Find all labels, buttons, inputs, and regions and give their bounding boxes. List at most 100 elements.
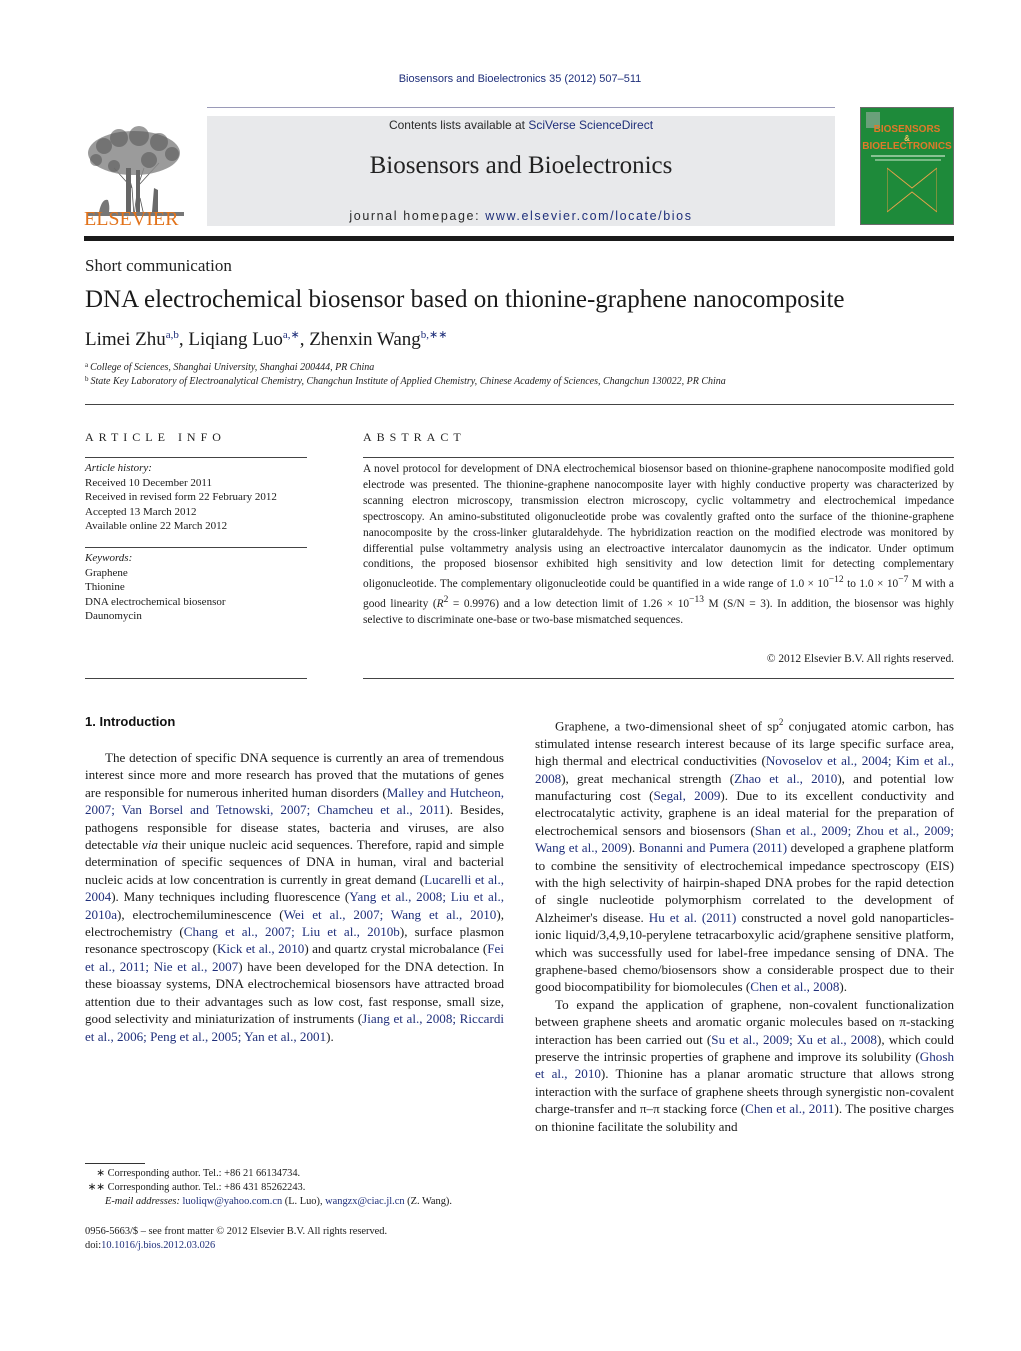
- email-owner: (Z. Wang).: [404, 1196, 452, 1207]
- citation-link[interactable]: Wei et al., 2007; Wang et al., 2010: [284, 907, 497, 922]
- contents-prefix: Contents lists available at: [388, 118, 529, 132]
- affiliation-text: State Key Laboratory of Electroanalytica…: [90, 376, 726, 387]
- footnote-corresponding-2: ∗∗ Corresponding author. Tel.: +86 431 8…: [85, 1181, 515, 1195]
- citation-link[interactable]: Chang et al., 2007; Liu et al., 2010b: [184, 924, 400, 939]
- header-divider: [207, 107, 835, 108]
- email-label: E-mail addresses:: [105, 1196, 180, 1207]
- email-link-wang[interactable]: wangzx@ciac.jl.cn: [325, 1196, 404, 1207]
- abstract-copyright: © 2012 Elsevier B.V. All rights reserved…: [766, 653, 954, 665]
- header-thick-rule: [84, 236, 954, 241]
- journal-cover-image[interactable]: BIOSENSORS & BIOELECTRONICS: [860, 107, 954, 225]
- text-segment: ).: [839, 979, 848, 995]
- doi-prefix: doi:: [85, 1240, 102, 1251]
- history-revised: Received in revised form 22 February 201…: [85, 491, 277, 503]
- email-link-luo[interactable]: luoliqw@yahoo.com.cn: [183, 1196, 283, 1207]
- citation-link[interactable]: Chen et al., 2011: [745, 1101, 834, 1116]
- article-info-bottom-rule: [85, 678, 307, 679]
- footnote-text: Corresponding author. Tel.: +86 431 8526…: [107, 1182, 306, 1193]
- abstract-exponent: −12: [828, 575, 844, 586]
- text-segment: ) and quartz crystal microbalance (: [304, 941, 488, 957]
- title-block-divider: [85, 404, 954, 405]
- footnote-rule: [85, 1163, 145, 1164]
- affiliation-mark: a: [85, 361, 89, 369]
- body-column-right: Graphene, a two-dimensional sheet of sp2…: [535, 714, 954, 1135]
- abstract-segment: = 0.9976) and a low detection limit of 1…: [448, 597, 690, 610]
- keywords: Keywords: Graphene Thionine DNA electroc…: [85, 551, 315, 624]
- citation-link[interactable]: Segal, 2009: [653, 788, 720, 803]
- abstract-exponent: −7: [898, 575, 909, 586]
- citation-link[interactable]: Bonanni and Pumera (2011): [639, 840, 787, 855]
- footnote-mark: ∗: [96, 1168, 105, 1179]
- abstract-segment: to 1.0 × 10: [843, 578, 899, 591]
- doi-link[interactable]: 10.1016/j.bios.2012.03.026: [101, 1240, 215, 1251]
- keywords-label: Keywords:: [85, 552, 133, 564]
- keyword-item: Thionine: [85, 581, 125, 593]
- author-affiliation-mark[interactable]: a,∗: [283, 329, 300, 341]
- citation-link[interactable]: Kick et al., 2010: [217, 941, 304, 956]
- email-owner: (L. Luo),: [282, 1196, 326, 1207]
- cover-subtitle-line: [871, 155, 945, 157]
- homepage-prefix: journal homepage:: [349, 209, 486, 223]
- cover-graphic-icon: [887, 167, 937, 213]
- section-heading-introduction: 1. Introduction: [85, 714, 176, 729]
- doi-line: doi:10.1016/j.bios.2012.03.026: [85, 1239, 525, 1253]
- abstract-r-symbol: R: [436, 597, 444, 610]
- citation-link[interactable]: Zhao et al., 2010: [734, 771, 837, 786]
- front-matter: 0956-5663/$ – see front matter © 2012 El…: [85, 1225, 525, 1253]
- front-matter-line: 0956-5663/$ – see front matter © 2012 El…: [85, 1226, 388, 1237]
- footnotes: ∗ Corresponding author. Tel.: +86 21 661…: [85, 1167, 515, 1209]
- body-paragraph: To expand the application of graphene, n…: [535, 996, 954, 1135]
- text-segment: ). Many techniques including fluorescenc…: [111, 889, 350, 905]
- article-history-label: Article history:: [85, 462, 152, 474]
- abstract-divider: [363, 457, 954, 458]
- affiliation: a College of Sciences, Shanghai Universit…: [85, 361, 374, 373]
- keyword-item: Graphene: [85, 566, 128, 579]
- abstract-exponent: −13: [689, 595, 704, 606]
- italic-text: via: [141, 837, 158, 853]
- author-affiliation-mark[interactable]: a,b: [166, 329, 179, 341]
- cover-subtitle-line: [875, 159, 941, 161]
- text-segment: ), electrochemiluminescence (: [117, 906, 284, 922]
- contents-line: Contents lists available at SciVerse Sci…: [207, 118, 835, 132]
- footnote-text: Corresponding author. Tel.: +86 21 66134…: [107, 1168, 301, 1179]
- body-paragraph: The detection of specific DNA sequence i…: [85, 749, 504, 1045]
- text-segment: ).: [326, 1028, 334, 1044]
- keywords-divider: [85, 547, 307, 548]
- keyword-item: DNA electrochemical biosensor: [85, 595, 226, 608]
- author-separator: ,: [299, 329, 310, 350]
- citation-link[interactable]: Chen et al., 2008: [750, 979, 839, 994]
- abstract-heading: ABSTRACT: [363, 430, 466, 444]
- article-history: Article history: Received 10 December 20…: [85, 461, 315, 534]
- abstract-segment: A novel protocol for development of DNA …: [363, 463, 954, 591]
- sciencedirect-link[interactable]: SciVerse ScienceDirect: [528, 118, 653, 132]
- history-received: Received 10 December 2011: [85, 476, 212, 489]
- keyword-item: Daunomycin: [85, 610, 142, 622]
- article-info-divider: [85, 457, 307, 458]
- text-segment: ).: [627, 840, 639, 856]
- body-column-left: The detection of specific DNA sequence i…: [85, 749, 504, 1045]
- author-name[interactable]: Zhenxin Wang: [309, 329, 421, 350]
- citation-link[interactable]: Su et al., 2009; Xu et al., 2008: [711, 1032, 877, 1047]
- article-title: DNA electrochemical biosensor based on t…: [85, 286, 845, 313]
- affiliation: b State Key Laboratory of Electroanalytic…: [85, 375, 726, 387]
- text-segment: Graphene, a two-dimensional sheet of sp: [555, 718, 779, 734]
- author-separator: ,: [178, 329, 189, 350]
- citation-link[interactable]: Hu et al. (2011): [649, 910, 737, 925]
- author-name[interactable]: Liqiang Luo: [188, 329, 282, 350]
- abstract-bottom-rule: [363, 678, 954, 679]
- author-affiliation-mark[interactable]: b,∗∗: [421, 329, 448, 341]
- journal-citation-link[interactable]: Biosensors and Bioelectronics 35 (2012) …: [0, 73, 1021, 85]
- footnote-mark: ∗∗: [87, 1182, 105, 1193]
- body-paragraph: Graphene, a two-dimensional sheet of sp2…: [535, 714, 954, 996]
- affiliation-text: College of Sciences, Shanghai University…: [90, 362, 375, 373]
- history-online: Available online 22 March 2012: [85, 520, 228, 532]
- journal-name: Biosensors and Bioelectronics: [369, 152, 673, 179]
- footnote-corresponding-1: ∗ Corresponding author. Tel.: +86 21 661…: [85, 1167, 515, 1181]
- homepage-line: journal homepage: www.elsevier.com/locat…: [207, 209, 835, 223]
- article-type: Short communication: [85, 256, 232, 275]
- text-segment: ), great mechanical strength (: [561, 770, 735, 786]
- author-name[interactable]: Limei Zhu: [85, 329, 166, 350]
- author-list: Limei Zhua,b, Liqiang Luoa,∗, Zhenxin Wa…: [85, 328, 447, 351]
- cover-title-2: BIOELECTRONICS: [862, 141, 952, 152]
- journal-homepage-link[interactable]: www.elsevier.com/locate/bios: [485, 209, 692, 223]
